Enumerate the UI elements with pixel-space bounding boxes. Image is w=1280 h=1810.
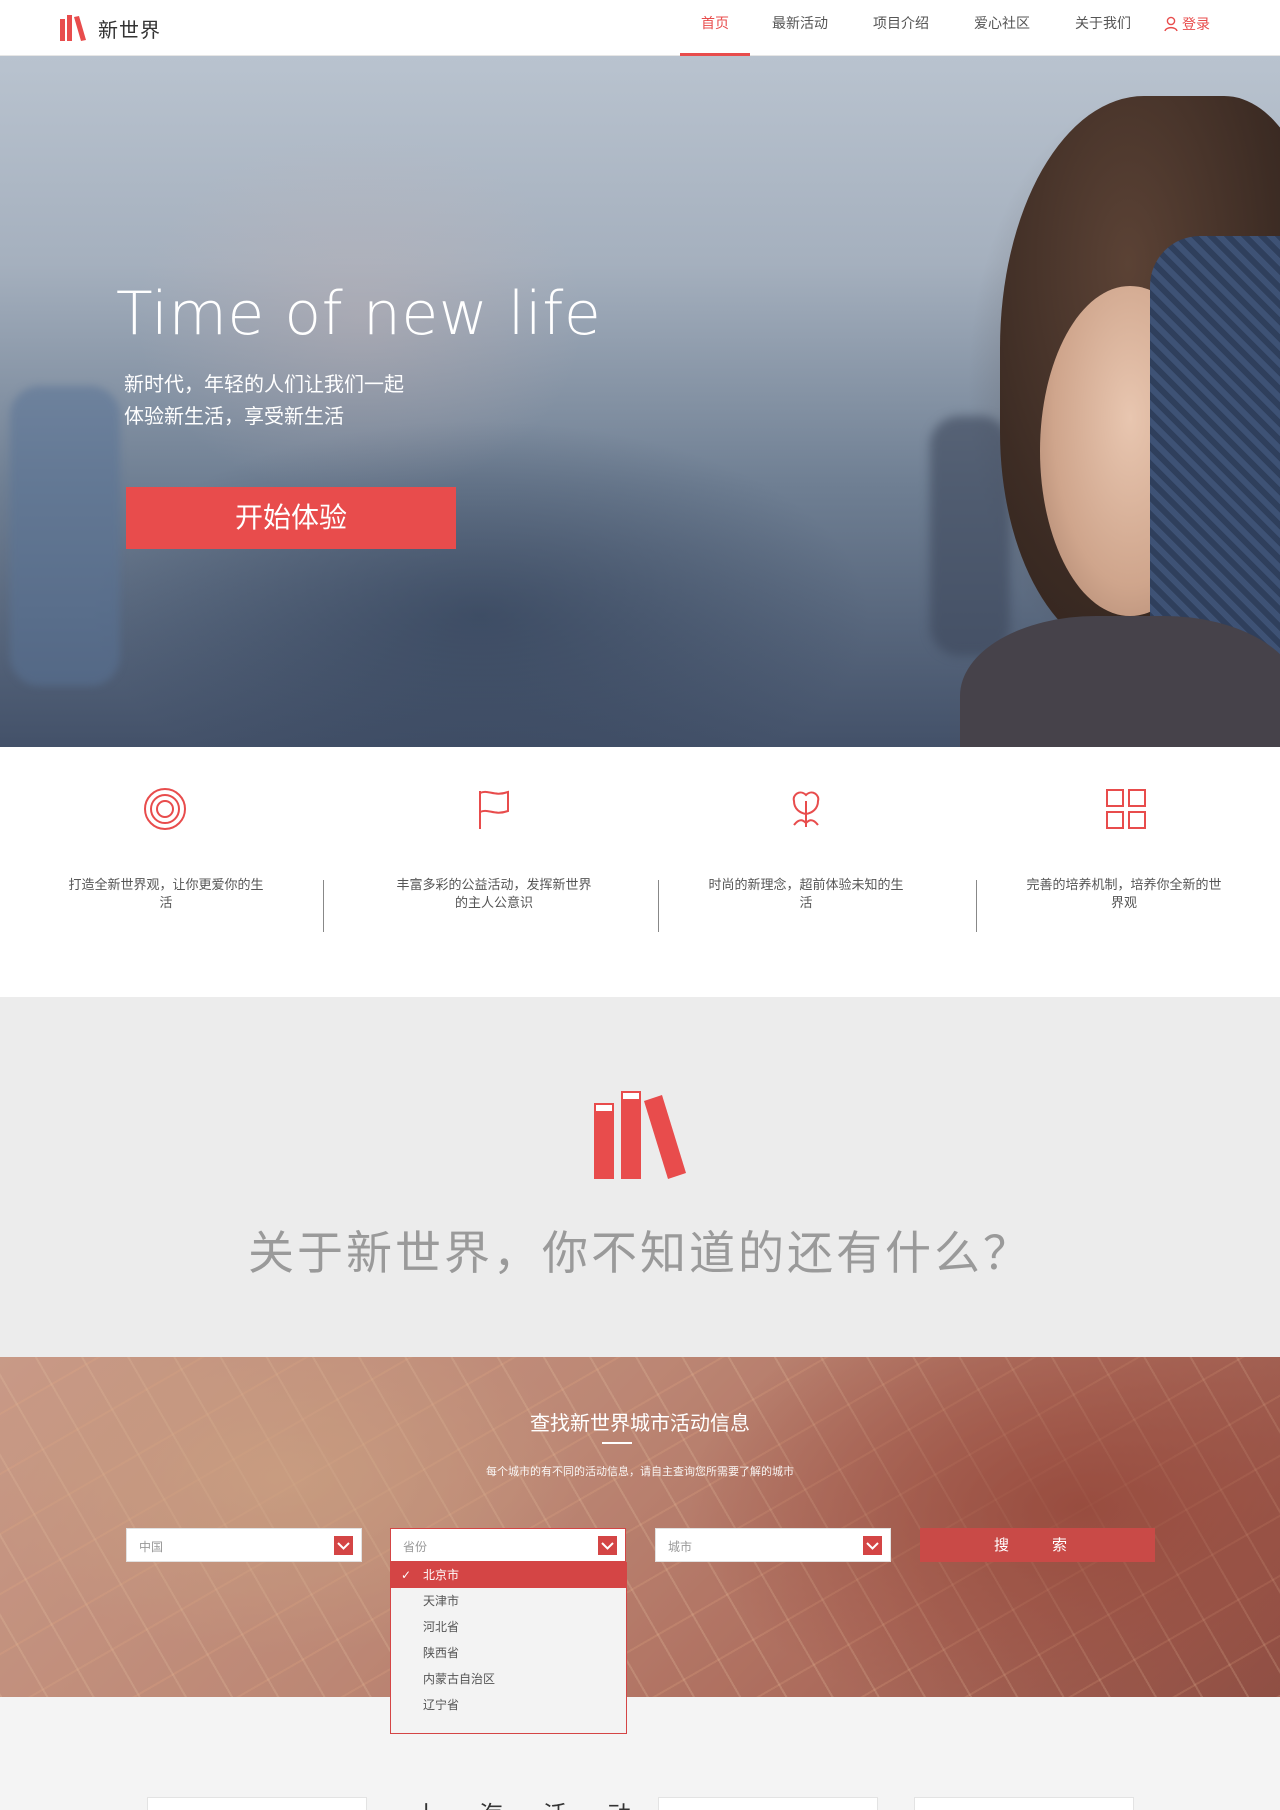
divider: [658, 880, 659, 932]
option-label: 天津市: [423, 1594, 460, 1608]
grid-icon: [1106, 789, 1146, 829]
dropdown-option[interactable]: ✓ 北京市: [391, 1562, 626, 1588]
chevron-down-icon: [334, 1536, 353, 1555]
nav-item-latest-activities[interactable]: 最新活动: [750, 0, 850, 56]
feature-text: 完善的培养机制，培养你全新的世界观: [1026, 878, 1222, 911]
chevron-down-icon: [598, 1536, 617, 1555]
activities-title: 上海活动: [415, 1795, 671, 1810]
start-experience-button[interactable]: 开始体验: [126, 487, 456, 549]
feature-text: 丰富多彩的公益活动，发挥新世界的主人公意识: [396, 878, 592, 911]
province-dropdown-list: ✓ 北京市 天津市 河北省 陕西省 内蒙古自治区 辽宁省: [390, 1562, 627, 1734]
city-search-section: 查找新世界城市活动信息 每个城市的有不同的活动信息，请自主查询您所需要了解的城市…: [0, 1357, 1280, 1697]
title-underline: [602, 1442, 632, 1444]
dropdown-option[interactable]: 陕西省: [391, 1640, 626, 1666]
flower-icon: [792, 791, 820, 827]
hero-bg-seat-left: [10, 386, 120, 686]
divider: [323, 880, 324, 932]
option-label: 北京市: [423, 1568, 460, 1582]
option-label: 辽宁省: [423, 1698, 460, 1712]
activity-card[interactable]: [914, 1797, 1134, 1810]
dropdown-option[interactable]: 辽宁省: [391, 1692, 626, 1718]
search-description: 每个城市的有不同的活动信息，请自主查询您所需要了解的城市: [486, 1465, 794, 1478]
nav-item-home[interactable]: 首页: [680, 0, 750, 56]
option-label: 陕西省: [423, 1646, 460, 1660]
hero-subtitle: 新时代，年轻的人们让我们一起 体验新生活，享受新生活: [124, 368, 404, 432]
nav-item-projects[interactable]: 项目介绍: [850, 0, 952, 56]
chevron-down-icon: [863, 1536, 882, 1555]
dropdown-option[interactable]: 河北省: [391, 1614, 626, 1640]
search-title: 查找新世界城市活动信息: [530, 1411, 750, 1435]
country-select-value: 中国: [139, 1540, 164, 1554]
main-menu: 首页 最新活动 项目介绍 爱心社区 关于我们: [680, 0, 1154, 56]
activities-section: 上海活动: [0, 1697, 1280, 1810]
nav-item-community[interactable]: 爱心社区: [952, 0, 1052, 56]
flag-icon: [479, 790, 509, 829]
city-select[interactable]: 城市: [655, 1528, 891, 1562]
brand-name: 新世界: [98, 17, 161, 42]
books-icon: [594, 1091, 686, 1179]
search-button[interactable]: 搜 索: [920, 1528, 1155, 1562]
option-label: 河北省: [423, 1620, 460, 1634]
logo[interactable]: 新世界: [58, 13, 161, 43]
login-label: 登录: [1182, 17, 1210, 33]
books-logo-icon: [60, 15, 86, 41]
about-question-heading: 关于新世界，你不知道的还有什么？: [248, 1226, 1032, 1280]
province-select[interactable]: 省份: [390, 1528, 626, 1562]
top-navbar: 新世界 首页 最新活动 项目介绍 爱心社区 关于我们 登录: [0, 0, 1280, 56]
feature-text: 时尚的新理念，超前体验未知的生活: [708, 878, 904, 911]
dropdown-option[interactable]: 内蒙古自治区: [391, 1666, 626, 1692]
checkmark-icon: ✓: [401, 1568, 412, 1582]
target-icon: [144, 788, 186, 830]
hero-bg-seat-right: [930, 416, 1010, 656]
login-link[interactable]: 登录: [1164, 14, 1210, 34]
nav-item-about-us[interactable]: 关于我们: [1052, 0, 1154, 56]
city-select-value: 城市: [668, 1540, 693, 1554]
feature-text: 打造全新世界观，让你更爱你的生活: [68, 878, 264, 911]
divider: [976, 880, 977, 932]
hero-title: Time of new life: [116, 279, 602, 349]
activity-card[interactable]: [147, 1797, 367, 1810]
hero-subtitle-line1: 新时代，年轻的人们让我们一起: [124, 372, 404, 396]
features-section: 打造全新世界观，让你更爱你的生活 丰富多彩的公益活动，发挥新世界的主人公意识 时…: [0, 747, 1280, 997]
activity-card[interactable]: [658, 1797, 878, 1810]
option-label: 内蒙古自治区: [423, 1672, 496, 1686]
hero-banner: Time of new life 新时代，年轻的人们让我们一起 体验新生活，享受…: [0, 56, 1280, 747]
hero-subtitle-line2: 体验新生活，享受新生活: [124, 404, 344, 428]
country-select[interactable]: 中国: [126, 1528, 362, 1562]
dropdown-option[interactable]: 天津市: [391, 1588, 626, 1614]
user-icon: [1164, 16, 1178, 32]
about-section: 关于新世界，你不知道的还有什么？: [0, 997, 1280, 1357]
province-select-value: 省份: [403, 1540, 428, 1554]
hero-bg-person-shoulder: [960, 616, 1280, 747]
